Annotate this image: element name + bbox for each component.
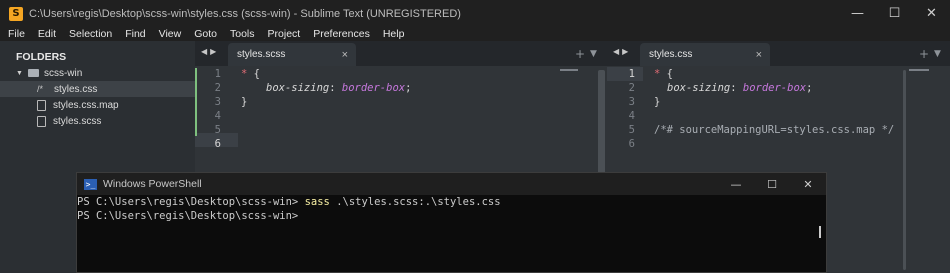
maximize-button[interactable]: ☐ <box>876 0 913 27</box>
expand-arrow-icon[interactable]: ▼ <box>16 70 23 77</box>
maximize-button[interactable]: ☐ <box>754 173 790 195</box>
line-number: 1 <box>628 68 635 80</box>
menu-bar: File Edit Selection Find View Goto Tools… <box>0 27 950 41</box>
tab-styles-scss[interactable]: styles.scss × <box>228 43 356 66</box>
line-number: 3 <box>214 96 221 108</box>
code-line-2: box-sizing: border-box; <box>266 82 412 94</box>
tab-close-icon[interactable]: × <box>756 49 762 61</box>
tab-bar: ◀▶ styles.css × + ▼ <box>607 41 950 66</box>
tab-menu-icon[interactable]: ▼ <box>934 49 941 59</box>
menu-edit[interactable]: Edit <box>30 28 61 40</box>
minimap[interactable] <box>909 69 929 71</box>
code-line-1: * { <box>241 68 260 80</box>
code-line-3: } <box>241 96 248 108</box>
menu-tools[interactable]: Tools <box>222 28 260 40</box>
window-controls: — ☐ ✕ <box>839 0 950 27</box>
menu-selection[interactable]: Selection <box>61 28 117 40</box>
tab-label: styles.css <box>649 49 693 60</box>
new-tab-icon[interactable]: + <box>919 47 929 61</box>
scrollbar[interactable] <box>903 70 906 270</box>
menu-preferences[interactable]: Preferences <box>305 28 375 40</box>
code-line-2: box-sizing: border-box; <box>667 82 813 94</box>
terminal-scrollbar[interactable] <box>819 226 821 238</box>
title-bar: S C:\Users\regis\Desktop\scss-win\styles… <box>0 0 950 27</box>
folder-icon <box>27 69 39 77</box>
window-title: C:\Users\regis\Desktop\scss-win\styles.c… <box>29 7 461 20</box>
powershell-title-bar: >_ Windows PowerShell — ☐ ✕ <box>77 173 826 195</box>
minimize-button[interactable]: — <box>839 0 876 27</box>
powershell-icon: >_ <box>84 178 97 190</box>
powershell-title: Windows PowerShell <box>103 178 202 190</box>
code-line-3: } <box>654 96 661 108</box>
powershell-window: >_ Windows PowerShell — ☐ ✕ PS C:\Users\… <box>76 172 827 273</box>
tab-nav-arrows-icon[interactable]: ◀▶ <box>613 47 631 56</box>
sidebar-file-styles-css-map[interactable]: styles.css.map <box>0 97 195 113</box>
folders-header: FOLDERS <box>16 51 67 63</box>
tab-bar: ◀▶ styles.scss × + ▼ <box>195 41 607 66</box>
tab-styles-css[interactable]: styles.css × <box>640 43 770 66</box>
close-button[interactable]: ✕ <box>790 173 826 195</box>
menu-find[interactable]: Find <box>117 28 150 40</box>
new-tab-icon[interactable]: + <box>575 47 585 61</box>
tab-menu-icon[interactable]: ▼ <box>590 49 597 59</box>
line-number: 6 <box>628 138 635 150</box>
file-icon <box>37 115 46 127</box>
terminal-line-2: PS C:\Users\regis\Desktop\scss-win> <box>77 210 299 222</box>
menu-project[interactable]: Project <box>260 28 306 40</box>
line-number: 5 <box>628 124 635 136</box>
sidebar-file-styles-scss[interactable]: styles.scss <box>0 113 195 129</box>
minimap[interactable] <box>560 69 578 71</box>
line-number: 1 <box>214 68 221 80</box>
tab-nav-arrows-icon[interactable]: ◀▶ <box>201 47 219 56</box>
powershell-window-controls: — ☐ ✕ <box>718 173 826 195</box>
terminal-line-1: PS C:\Users\regis\Desktop\scss-win> sass… <box>77 196 501 208</box>
folder-label: scss-win <box>43 67 83 79</box>
tab-close-icon[interactable]: × <box>342 49 348 61</box>
code-line-5: /*# sourceMappingURL=styles.css.map */ <box>654 124 895 136</box>
line-number: 4 <box>214 110 221 122</box>
line-number: 6 <box>214 138 221 150</box>
line-number: 4 <box>628 110 635 122</box>
line-number: 3 <box>628 96 635 108</box>
minimize-button[interactable]: — <box>718 173 754 195</box>
css-file-icon: /* <box>37 84 44 94</box>
line-number: 2 <box>628 82 635 94</box>
code-line-1: * { <box>654 68 673 80</box>
menu-goto[interactable]: Goto <box>186 28 222 40</box>
menu-file[interactable]: File <box>0 28 30 40</box>
file-label: styles.css <box>54 83 98 95</box>
menu-view[interactable]: View <box>151 28 187 40</box>
file-icon <box>37 99 46 111</box>
file-label: styles.css.map <box>53 99 119 111</box>
sidebar-file-styles-css[interactable]: /* styles.css <box>0 81 195 97</box>
sublime-text-icon: S <box>9 6 23 21</box>
folder-row[interactable]: ▼ scss-win <box>0 65 195 81</box>
menu-help[interactable]: Help <box>375 28 410 40</box>
line-number: 5 <box>214 124 221 136</box>
close-button[interactable]: ✕ <box>913 0 950 27</box>
line-number: 2 <box>214 82 221 94</box>
file-label: styles.scss <box>53 115 102 127</box>
tab-label: styles.scss <box>237 49 286 60</box>
